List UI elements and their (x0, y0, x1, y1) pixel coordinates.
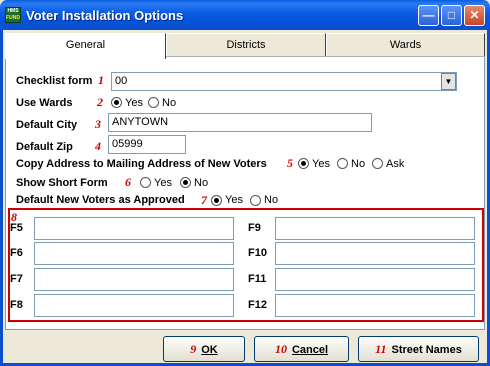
f9-input[interactable] (275, 217, 475, 240)
default-zip-label: Default Zip (16, 141, 73, 153)
chevron-down-icon[interactable]: ▼ (441, 73, 456, 90)
step-7-marker: 7 (201, 193, 207, 207)
tab-districts[interactable]: Districts (166, 33, 326, 57)
f10-input[interactable] (275, 242, 475, 265)
ok-button[interactable]: 9 OK (163, 336, 245, 362)
copy-address-label: Copy Address to Mailing Address of New V… (16, 158, 267, 170)
use-wards-no-radio[interactable] (148, 97, 159, 108)
step-9-marker: 9 (190, 342, 197, 356)
checklist-form-label: Checklist form (16, 75, 93, 87)
f8-input[interactable] (34, 294, 234, 317)
step-6-marker: 6 (125, 175, 131, 189)
f10-label: F10 (248, 247, 267, 259)
short-form-yes-label: Yes (154, 177, 172, 189)
window-title: Voter Installation Options (26, 8, 184, 23)
checklist-form-select[interactable]: 00 (111, 72, 457, 91)
copy-address-no-radio[interactable] (337, 158, 348, 169)
f5-input[interactable] (34, 217, 234, 240)
title-bar: HMS FUND Voter Installation Options — □ … (0, 0, 490, 30)
f8-label: F8 (10, 299, 23, 311)
approve-new-voters-label: Default New Voters as Approved (16, 194, 185, 206)
cancel-button[interactable]: 10 Cancel (254, 336, 349, 362)
checklist-form-value: 00 (115, 75, 128, 87)
cancel-button-label: Cancel (291, 344, 329, 356)
short-form-no-label: No (194, 177, 209, 189)
step-2-marker: 2 (97, 95, 103, 109)
use-wards-yes-radio[interactable] (111, 97, 122, 108)
show-short-form-label: Show Short Form (16, 177, 108, 189)
step-10-marker: 10 (274, 342, 287, 356)
step-3-marker: 3 (95, 117, 101, 131)
approve-new-yes-label: Yes (225, 194, 243, 206)
tab-wards[interactable]: Wards (326, 33, 485, 57)
f11-input[interactable] (275, 268, 475, 291)
step-11-marker: 11 (375, 342, 387, 356)
f6-label: F6 (10, 247, 23, 259)
short-form-no-radio[interactable] (180, 177, 191, 188)
tab-general[interactable]: General (5, 33, 166, 59)
app-logo-top-text: HMS (7, 8, 19, 14)
ok-button-label: OK (201, 344, 218, 356)
default-city-input[interactable]: ANYTOWN (108, 113, 372, 132)
use-wards-label: Use Wards (16, 97, 73, 109)
close-button[interactable]: ✕ (464, 5, 485, 26)
f7-input[interactable] (34, 268, 234, 291)
maximize-button[interactable]: □ (441, 5, 462, 26)
minimize-button[interactable]: — (418, 5, 439, 26)
f11-label: F11 (248, 273, 267, 285)
f7-label: F7 (10, 273, 23, 285)
default-city-label: Default City (16, 119, 78, 131)
street-names-button-label: Street Names (391, 344, 462, 356)
step-1-marker: 1 (98, 73, 104, 87)
copy-address-yes-radio[interactable] (298, 158, 309, 169)
approve-new-no-label: No (264, 194, 279, 206)
f5-label: F5 (10, 222, 23, 234)
f9-label: F9 (248, 222, 261, 234)
step-4-marker: 4 (95, 139, 101, 153)
f12-input[interactable] (275, 294, 475, 317)
copy-address-yes-label: Yes (312, 158, 330, 170)
f6-input[interactable] (34, 242, 234, 265)
copy-address-ask-radio[interactable] (372, 158, 383, 169)
f12-label: F12 (248, 299, 267, 311)
app-logo-icon: HMS FUND (5, 7, 21, 23)
use-wards-no-label: No (162, 97, 177, 109)
approve-new-yes-radio[interactable] (211, 195, 222, 206)
street-names-button[interactable]: 11 Street Names (358, 336, 479, 362)
copy-address-ask-label: Ask (386, 158, 405, 170)
default-zip-input[interactable]: 05999 (108, 135, 186, 154)
short-form-yes-radio[interactable] (140, 177, 151, 188)
step-5-marker: 5 (287, 156, 293, 170)
app-logo-bottom-text: FUND (6, 15, 20, 21)
use-wards-yes-label: Yes (125, 97, 143, 109)
approve-new-no-radio[interactable] (250, 195, 261, 206)
copy-address-no-label: No (351, 158, 366, 170)
